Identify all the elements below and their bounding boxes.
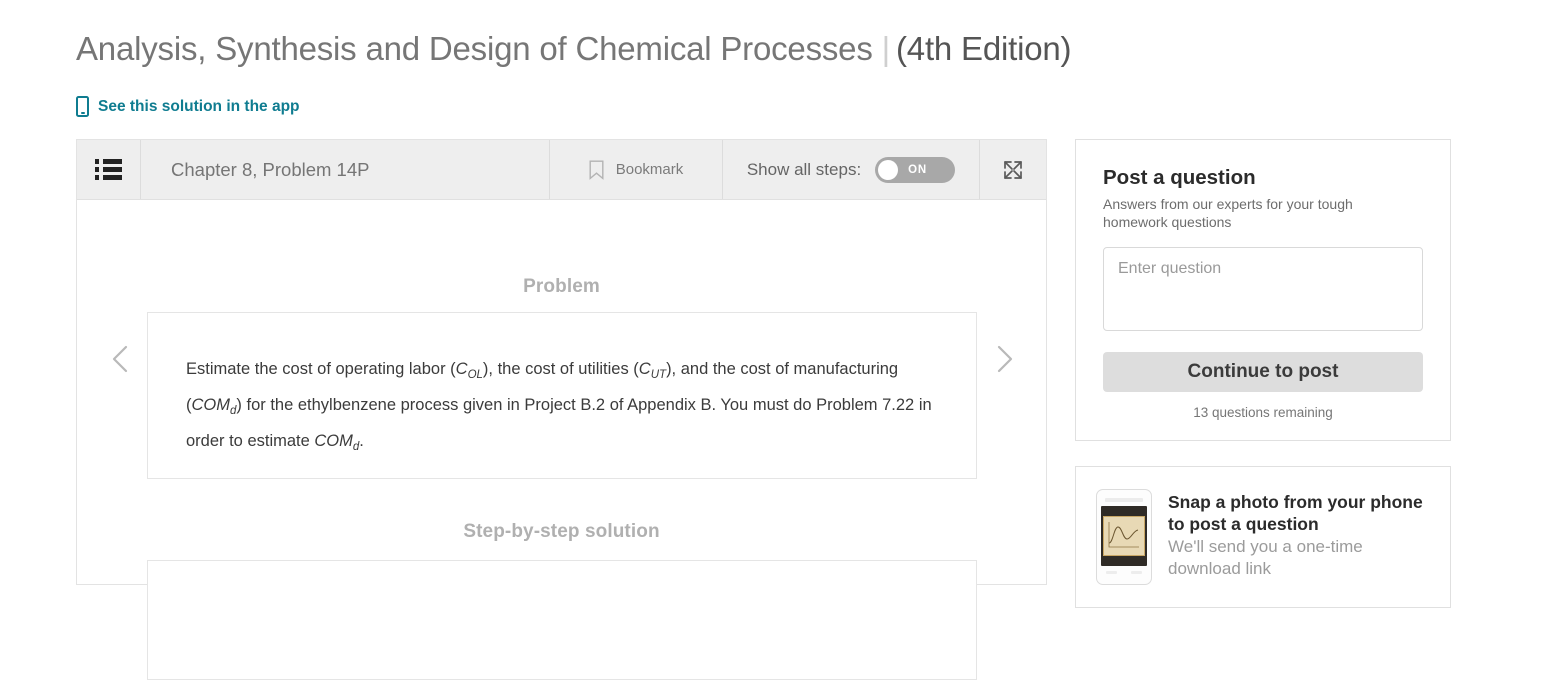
problem-text-part-1: Estimate the cost of operating labor ( [186, 360, 456, 378]
solution-content-box [147, 560, 977, 680]
questions-remaining-note: 13 questions remaining [1193, 405, 1333, 420]
previous-problem-arrow[interactable] [104, 342, 138, 376]
problem-heading: Problem [523, 276, 600, 297]
toggle-state-label: ON [908, 163, 927, 176]
post-question-card: Post a question Answers from our experts… [1075, 139, 1451, 441]
problem-text-part-2: ), the cost of utilities ( [482, 360, 639, 378]
toggle-knob [878, 159, 899, 180]
bookmark-icon [589, 160, 604, 180]
see-in-app-link[interactable]: See this solution in the app [76, 96, 300, 117]
phone-thumbnail-icon [1096, 489, 1152, 585]
mobile-phone-icon [76, 96, 89, 117]
solution-panel: Chapter 8, Problem 14P Bookmark Show all… [76, 139, 1047, 680]
snap-photo-text: Snap a photo from your phone to post a q… [1168, 489, 1438, 580]
next-problem-arrow[interactable] [987, 342, 1021, 376]
variable-comd-1: COM [191, 396, 231, 414]
solution-heading: Step-by-step solution [463, 521, 660, 542]
snap-photo-subtitle: We'll send you a one-time download link [1168, 537, 1363, 578]
show-all-steps-toggle[interactable]: ON [875, 156, 956, 183]
chapter-problem-label: Chapter 8, Problem 14P [171, 158, 370, 180]
panel-toolbar: Chapter 8, Problem 14P Bookmark Show all… [77, 140, 1046, 200]
list-icon [94, 159, 123, 180]
problem-statement-box: Estimate the cost of operating labor (CO… [147, 312, 977, 479]
page-title: Analysis, Synthesis and Design of Chemic… [76, 30, 1072, 68]
chapter-list-button[interactable] [77, 140, 141, 199]
right-sidebar: Post a question Answers from our experts… [1075, 139, 1451, 608]
book-edition: (4th Edition) [896, 30, 1072, 67]
problem-statement-text: Estimate the cost of operating labor (CO… [186, 354, 936, 462]
snap-photo-card[interactable]: Snap a photo from your phone to post a q… [1075, 466, 1451, 608]
show-all-steps-control: Show all steps: ON [723, 140, 980, 199]
variable-cut: C [638, 360, 651, 378]
title-separator: | [881, 30, 891, 67]
book-title-text: Analysis, Synthesis and Design of Chemic… [76, 30, 873, 67]
post-question-title: Post a question [1103, 166, 1256, 189]
see-in-app-label: See this solution in the app [98, 97, 300, 115]
continue-to-post-button[interactable]: Continue to post [1103, 352, 1423, 392]
graph-thumbnail-icon [1108, 522, 1139, 548]
subscript-ol: OL [467, 369, 483, 381]
question-input[interactable] [1103, 247, 1423, 331]
show-all-steps-label: Show all steps: [746, 159, 862, 179]
panel-body: Problem Estimate the cost of operating l… [77, 200, 1046, 680]
variable-comd-2: COM [314, 432, 353, 450]
bookmark-label: Bookmark [615, 161, 684, 178]
problem-text-part-4: ) for the ethylbenzene process given in … [186, 396, 932, 450]
variable-col: C [455, 360, 468, 378]
chapter-problem-selector[interactable]: Chapter 8, Problem 14P [141, 140, 550, 199]
snap-photo-title: Snap a photo from your phone to post a q… [1168, 492, 1423, 534]
problem-text-part-5: . [359, 432, 364, 450]
page-root: Analysis, Synthesis and Design of Chemic… [0, 0, 1561, 680]
subscript-ut: UT [650, 369, 667, 381]
expand-icon [1004, 160, 1022, 179]
expand-fullscreen-button[interactable] [980, 140, 1046, 199]
bookmark-button[interactable]: Bookmark [550, 140, 723, 199]
post-question-subtitle: Answers from our experts for your tough … [1103, 196, 1353, 230]
